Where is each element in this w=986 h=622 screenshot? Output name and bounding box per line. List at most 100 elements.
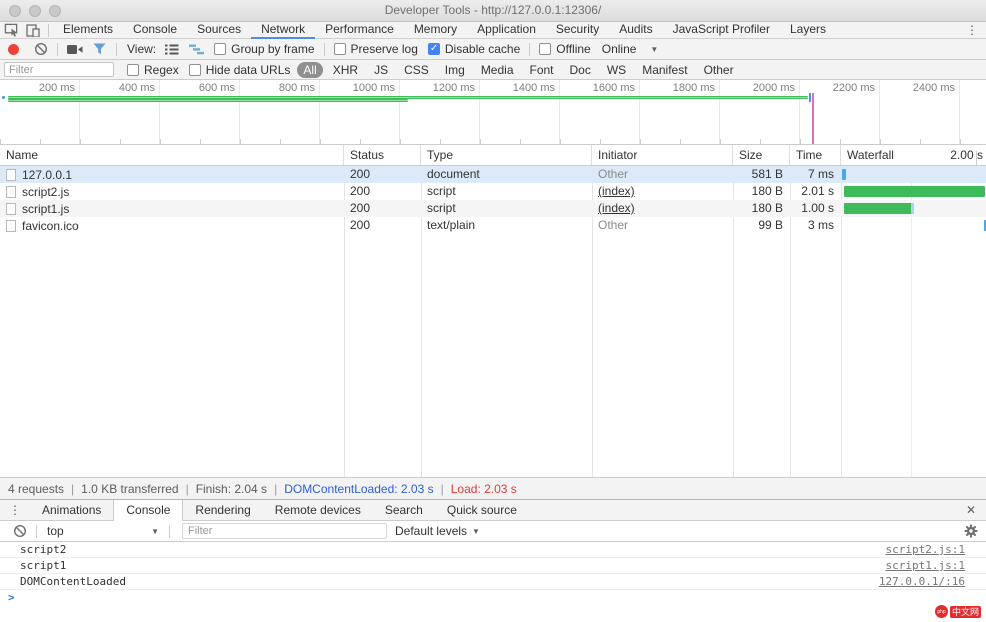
table-row[interactable]: script2.js 200 script (index) 180 B 2.01… bbox=[0, 183, 986, 200]
type-filter-img[interactable]: Img bbox=[439, 62, 471, 78]
request-type: text/plain bbox=[421, 217, 592, 234]
execution-context-dropdown[interactable]: top ▼ bbox=[47, 524, 159, 538]
tick-label: 2400 ms bbox=[880, 80, 960, 94]
console-prompt[interactable]: > bbox=[0, 590, 986, 606]
window-title: Developer Tools - http://127.0.0.1:12306… bbox=[0, 0, 986, 21]
device-toolbar-icon[interactable] bbox=[22, 22, 44, 38]
tab-audits[interactable]: Audits bbox=[609, 22, 662, 39]
message-source-link[interactable]: script2.js:1 bbox=[886, 542, 965, 557]
waterfall-bar bbox=[844, 186, 985, 197]
filter-funnel-icon[interactable] bbox=[93, 43, 107, 55]
column-header-waterfall[interactable]: Waterfall 2.00 s bbox=[841, 145, 986, 165]
throttling-dropdown[interactable]: Online ▼ bbox=[602, 42, 659, 56]
tab-layers[interactable]: Layers bbox=[780, 22, 836, 39]
type-filter-manifest[interactable]: Manifest bbox=[636, 62, 693, 78]
drawer-tab-quick-source[interactable]: Quick source bbox=[435, 500, 529, 520]
request-initiator-link[interactable]: (index) bbox=[598, 201, 635, 215]
overview-request-bar bbox=[2, 96, 5, 99]
watermark-text: 中文网 bbox=[950, 606, 981, 618]
tab-elements[interactable]: Elements bbox=[53, 22, 123, 39]
tab-sources[interactable]: Sources bbox=[187, 22, 251, 39]
table-row[interactable]: 127.0.0.1 200 document Other 581 B 7 ms bbox=[0, 166, 986, 183]
type-filter-font[interactable]: Font bbox=[524, 62, 560, 78]
watermark: php 中文网 bbox=[935, 605, 981, 618]
type-filter-ws[interactable]: WS bbox=[601, 62, 632, 78]
request-time: 7 ms bbox=[790, 166, 841, 183]
type-filter-media[interactable]: Media bbox=[475, 62, 520, 78]
overview-minor-ticks bbox=[0, 139, 986, 144]
close-drawer-icon[interactable]: ✕ bbox=[956, 500, 986, 520]
drawer-tab-console[interactable]: Console bbox=[113, 500, 183, 521]
disable-cache-label: Disable cache bbox=[445, 42, 520, 56]
disable-cache-checkbox[interactable]: Disable cache bbox=[428, 42, 520, 56]
hide-data-urls-checkbox[interactable]: Hide data URLs bbox=[189, 63, 291, 77]
offline-checkbox[interactable]: Offline bbox=[539, 42, 590, 56]
minimize-window-button[interactable] bbox=[29, 5, 41, 17]
message-source-link[interactable]: script1.js:1 bbox=[886, 558, 965, 573]
request-size: 180 B bbox=[733, 200, 790, 217]
console-filter-input[interactable] bbox=[182, 523, 387, 539]
show-overview-icon[interactable] bbox=[189, 44, 204, 55]
network-toolbar: View: Group by frame Preserve log Disabl… bbox=[0, 39, 986, 60]
drawer-tab-rendering[interactable]: Rendering bbox=[183, 500, 262, 520]
drawer-more-options-icon[interactable]: ⋮ bbox=[0, 500, 30, 520]
request-time: 2.01 s bbox=[790, 183, 841, 200]
request-status: 200 bbox=[344, 183, 421, 200]
type-filter-css[interactable]: CSS bbox=[398, 62, 435, 78]
requests-count: 4 requests bbox=[8, 482, 64, 496]
preserve-log-checkbox[interactable]: Preserve log bbox=[334, 42, 418, 56]
transferred: 1.0 KB transferred bbox=[81, 482, 178, 496]
main-tab-bar: Elements Console Sources Network Perform… bbox=[0, 22, 986, 39]
column-header-name[interactable]: Name bbox=[0, 145, 344, 165]
clear-icon[interactable] bbox=[34, 42, 48, 56]
message-source-link[interactable]: 127.0.0.1/:16 bbox=[879, 574, 965, 589]
drawer-tab-search[interactable]: Search bbox=[373, 500, 435, 520]
close-window-button[interactable] bbox=[9, 5, 21, 17]
column-header-type[interactable]: Type bbox=[421, 145, 592, 165]
inspect-element-icon[interactable] bbox=[0, 22, 22, 38]
column-header-status[interactable]: Status bbox=[344, 145, 421, 165]
tab-performance[interactable]: Performance bbox=[315, 22, 404, 39]
table-row[interactable]: script1.js 200 script (index) 180 B 1.00… bbox=[0, 200, 986, 217]
network-filter-input[interactable] bbox=[4, 62, 114, 77]
tick-label: 600 ms bbox=[160, 80, 240, 94]
tick-label: 2000 ms bbox=[720, 80, 800, 94]
request-initiator-link[interactable]: (index) bbox=[598, 184, 635, 198]
tab-network[interactable]: Network bbox=[251, 22, 315, 39]
column-header-size[interactable]: Size bbox=[733, 145, 790, 165]
separator: | bbox=[186, 482, 189, 496]
record-button[interactable] bbox=[8, 44, 19, 55]
clear-console-icon[interactable] bbox=[13, 524, 27, 538]
column-header-initiator[interactable]: Initiator bbox=[592, 145, 733, 165]
console-settings-gear-icon[interactable] bbox=[964, 524, 978, 538]
more-options-icon[interactable]: ⋮ bbox=[958, 23, 986, 37]
tick-label: 1400 ms bbox=[480, 80, 560, 94]
type-filter-xhr[interactable]: XHR bbox=[327, 62, 364, 78]
message-text: script2 bbox=[20, 543, 66, 556]
timeline-overview[interactable]: 200 ms 400 ms 600 ms 800 ms 1000 ms 1200… bbox=[0, 80, 986, 145]
type-filter-js[interactable]: JS bbox=[368, 62, 394, 78]
table-row[interactable]: favicon.ico 200 text/plain Other 99 B 3 … bbox=[0, 217, 986, 234]
checkbox-icon bbox=[214, 43, 226, 55]
maximize-window-button[interactable] bbox=[49, 5, 61, 17]
tab-javascript-profiler[interactable]: JavaScript Profiler bbox=[663, 22, 780, 39]
type-filter-doc[interactable]: Doc bbox=[564, 62, 597, 78]
regex-checkbox[interactable]: Regex bbox=[127, 63, 179, 77]
tab-memory[interactable]: Memory bbox=[404, 22, 467, 39]
title-bar: Developer Tools - http://127.0.0.1:12306… bbox=[0, 0, 986, 22]
log-levels-dropdown[interactable]: Default levels ▼ bbox=[395, 524, 480, 538]
column-header-time[interactable]: Time bbox=[790, 145, 841, 165]
tab-security[interactable]: Security bbox=[546, 22, 609, 39]
group-by-frame-checkbox[interactable]: Group by frame bbox=[214, 42, 314, 56]
divider bbox=[57, 43, 58, 56]
waterfall-label: Waterfall bbox=[847, 148, 894, 162]
capture-screenshots-icon[interactable] bbox=[67, 44, 83, 55]
tab-application[interactable]: Application bbox=[467, 22, 546, 39]
drawer-tab-remote-devices[interactable]: Remote devices bbox=[263, 500, 373, 520]
drawer-tab-animations[interactable]: Animations bbox=[30, 500, 113, 520]
checkbox-checked-icon bbox=[428, 43, 440, 55]
type-filter-all[interactable]: All bbox=[297, 62, 322, 78]
tab-console[interactable]: Console bbox=[123, 22, 187, 39]
large-rows-icon[interactable] bbox=[165, 44, 179, 55]
type-filter-other[interactable]: Other bbox=[698, 62, 740, 78]
